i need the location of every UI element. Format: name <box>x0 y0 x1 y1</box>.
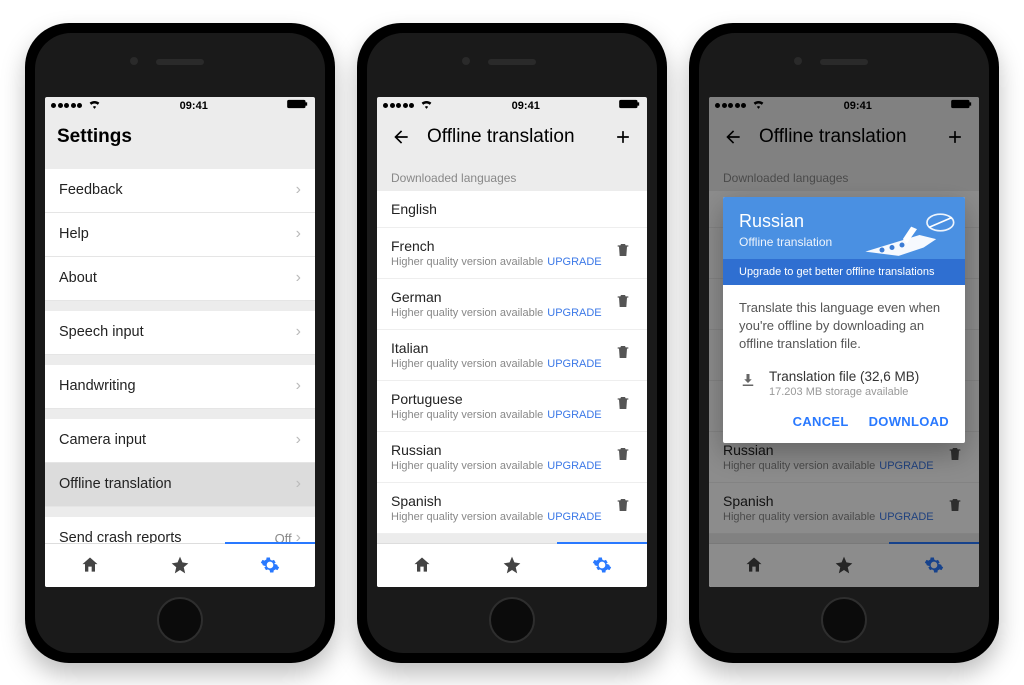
lang-name: English <box>391 201 633 217</box>
tab-home[interactable] <box>45 544 135 587</box>
upgrade-link[interactable]: UPGRADE <box>547 511 601 523</box>
lang-portuguese[interactable]: Portuguese Higher quality version availa… <box>377 381 647 432</box>
page-title: Offline translation <box>427 126 611 148</box>
row-speech-input[interactable]: Speech input › <box>45 311 315 355</box>
section-label: Downloaded languages <box>377 159 647 191</box>
upgrade-link[interactable]: UPGRADE <box>547 256 601 268</box>
upgrade-link[interactable]: UPGRADE <box>547 409 601 421</box>
chevron-right-icon: › <box>296 431 301 449</box>
lang-name: French <box>391 238 615 254</box>
chevron-right-icon: › <box>296 323 301 341</box>
chevron-right-icon: › <box>296 269 301 287</box>
status-bar: 09:41 <box>377 97 647 115</box>
battery-icon <box>287 99 309 112</box>
download-icon <box>739 371 757 394</box>
lang-sub: Higher quality version availableUPGRADE <box>391 307 615 319</box>
row-feedback[interactable]: Feedback › <box>45 169 315 213</box>
row-crash-reports[interactable]: Send crash reports Off › <box>45 517 315 543</box>
row-label: Handwriting <box>59 378 296 394</box>
home-button[interactable] <box>821 597 867 643</box>
lang-name: German <box>391 289 615 305</box>
chevron-right-icon: › <box>296 377 301 395</box>
status-time: 09:41 <box>512 100 540 112</box>
row-label: About <box>59 270 296 286</box>
upgrade-link[interactable]: UPGRADE <box>547 307 601 319</box>
dialog-hero: Russian Offline translation <box>723 197 965 259</box>
lang-sub: Higher quality version availableUPGRADE <box>391 460 615 472</box>
row-about[interactable]: About › <box>45 257 315 301</box>
home-button[interactable] <box>489 597 535 643</box>
row-help[interactable]: Help › <box>45 213 315 257</box>
phone-offline-list: 09:41 Offline translation Downloaded lan… <box>357 23 667 663</box>
home-button[interactable] <box>157 597 203 643</box>
lang-french[interactable]: French Higher quality version availableU… <box>377 228 647 279</box>
tab-star[interactable] <box>467 544 557 587</box>
status-bar: 09:41 <box>45 97 315 115</box>
chevron-right-icon: › <box>296 475 301 493</box>
chevron-right-icon: › <box>296 181 301 199</box>
lang-russian[interactable]: Russian Higher quality version available… <box>377 432 647 483</box>
settings-header: Settings <box>45 115 315 159</box>
tab-home[interactable] <box>377 544 467 587</box>
lang-sub: Higher quality version availableUPGRADE <box>391 256 615 268</box>
chevron-right-icon: › <box>296 225 301 243</box>
upgrade-link[interactable]: UPGRADE <box>547 358 601 370</box>
tab-settings[interactable] <box>225 544 315 587</box>
tab-settings[interactable] <box>557 544 647 587</box>
trash-icon[interactable] <box>615 242 633 263</box>
lang-name: Spanish <box>391 493 615 509</box>
wifi-icon <box>420 99 433 112</box>
download-button[interactable]: DOWNLOAD <box>869 414 949 429</box>
lang-sub: Higher quality version availableUPGRADE <box>391 409 615 421</box>
chevron-right-icon: › <box>296 529 301 543</box>
row-offline-translation[interactable]: Offline translation › <box>45 463 315 507</box>
tab-star[interactable] <box>135 544 225 587</box>
lang-name: Russian <box>391 442 615 458</box>
lang-sub: Higher quality version availableUPGRADE <box>391 358 615 370</box>
cancel-button[interactable]: CANCEL <box>793 414 849 429</box>
dialog-file-row: Translation file (32,6 MB) 17.203 MB sto… <box>723 359 965 404</box>
row-label: Speech input <box>59 324 296 340</box>
phone-download-dialog: 09:41 Offline translation Downloaded lan… <box>689 23 999 663</box>
trash-icon[interactable] <box>615 395 633 416</box>
trash-icon[interactable] <box>615 344 633 365</box>
row-handwriting[interactable]: Handwriting › <box>45 365 315 409</box>
row-label: Camera input <box>59 432 296 448</box>
lang-sub: Higher quality version availableUPGRADE <box>391 511 615 523</box>
page-title: Settings <box>57 126 303 148</box>
lang-name: Portuguese <box>391 391 615 407</box>
file-sub: 17.203 MB storage available <box>769 386 919 398</box>
offline-header: Offline translation <box>377 115 647 159</box>
row-label: Help <box>59 226 296 242</box>
status-time: 09:41 <box>180 100 208 112</box>
lang-german[interactable]: German Higher quality version availableU… <box>377 279 647 330</box>
row-label: Offline translation <box>59 476 296 492</box>
battery-icon <box>619 99 641 112</box>
lang-spanish[interactable]: Spanish Higher quality version available… <box>377 483 647 534</box>
lang-italian[interactable]: Italian Higher quality version available… <box>377 330 647 381</box>
upgrade-link[interactable]: UPGRADE <box>547 460 601 472</box>
lang-name: Italian <box>391 340 615 356</box>
download-dialog: Russian Offline translation <box>723 197 965 444</box>
back-button[interactable] <box>389 125 413 149</box>
row-label: Feedback <box>59 182 296 198</box>
plane-cloud-icon <box>857 205 957 265</box>
trash-icon[interactable] <box>615 446 633 467</box>
trash-icon[interactable] <box>615 497 633 518</box>
signal-dots <box>51 99 101 112</box>
lang-english[interactable]: English <box>377 191 647 228</box>
phone-settings: 09:41 Settings Feedback › Help › <box>25 23 335 663</box>
dialog-body-text: Translate this language even when you're… <box>723 285 965 360</box>
tab-bar <box>377 543 647 587</box>
row-camera-input[interactable]: Camera input › <box>45 419 315 463</box>
wifi-icon <box>88 99 101 112</box>
trash-icon[interactable] <box>615 293 633 314</box>
file-title: Translation file (32,6 MB) <box>769 369 919 384</box>
add-button[interactable] <box>611 125 635 149</box>
tab-bar <box>45 543 315 587</box>
